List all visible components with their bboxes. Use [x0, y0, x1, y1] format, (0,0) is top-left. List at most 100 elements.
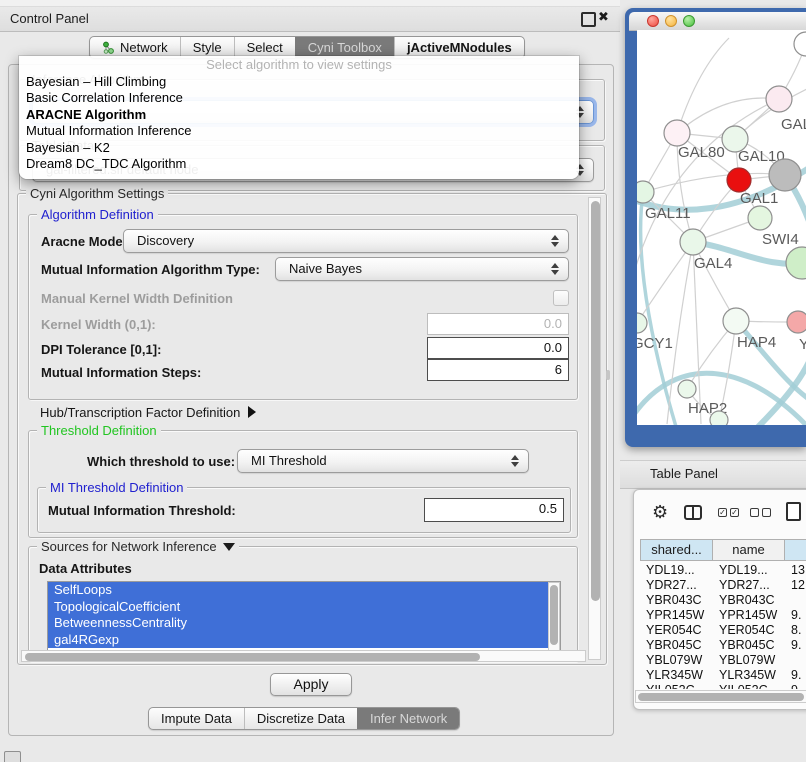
algorithm-option[interactable]: Bayesian – K2 [19, 140, 579, 156]
table-rows: YDL19...YDL19...13YDR27...YDR27...12YBR0… [640, 561, 806, 689]
mi-threshold-definition-group: MI Threshold Definition Mutual Informati… [37, 487, 571, 533]
network-node-hap2[interactable] [678, 380, 696, 398]
table-cell: YIL052C [719, 683, 768, 689]
network-node-gal[interactable] [766, 86, 792, 112]
table-cell: YBL079W [719, 653, 775, 668]
corner-widget-icon[interactable] [4, 751, 21, 762]
network-node-label[interactable]: GAL4 [694, 255, 732, 272]
split-view-icon[interactable] [684, 505, 702, 520]
hub-tf-definition-toggle[interactable]: Hub/Transcription Factor Definition [40, 405, 256, 420]
tab-network[interactable]: Network [90, 37, 180, 58]
table-row[interactable]: YDL19...YDL19...13 [640, 563, 806, 578]
gear-icon[interactable]: ⚙ [652, 503, 668, 521]
cyni-algorithm-settings-group: Cyni Algorithm Settings Algorithm Defini… [17, 193, 607, 665]
attributes-list-vscrollbar[interactable] [548, 582, 560, 652]
algorithm-option[interactable]: Dream8 DC_TDC Algorithm [19, 156, 579, 172]
network-node-y[interactable] [787, 311, 806, 333]
tab-jactivemnodules[interactable]: jActiveMNodules [394, 37, 524, 58]
algorithm-option[interactable]: Mutual Information Inference [19, 123, 579, 139]
network-node-label[interactable]: Y [799, 336, 806, 353]
data-attribute-item[interactable]: gal4RGexp [48, 632, 560, 649]
mi-threshold-field[interactable]: 0.5 [424, 498, 564, 522]
network-node-label[interactable]: HAP4 [737, 334, 776, 351]
data-attribute-item[interactable]: TopologicalCoefficient [48, 599, 560, 616]
network-node-gal11[interactable] [637, 181, 654, 203]
control-panel-body: Inference Algorithm Table Data gal-filte… [8, 64, 614, 736]
table-row[interactable]: YPR145WYPR145W9. [640, 608, 806, 623]
network-node-hap4[interactable] [723, 308, 749, 334]
table-row[interactable]: YBR045CYBR045C9. [640, 638, 806, 653]
algorithm-option[interactable]: Basic Correlation Inference [19, 90, 579, 106]
tab-infer-network[interactable]: Infer Network [357, 708, 459, 729]
table-row[interactable]: YBL079WYBL079W [640, 653, 806, 668]
table-panel-window: ⚙ ✓✓ shared...name YDL19...YDL19...13YDR… [633, 489, 806, 710]
column-header-name[interactable]: name [713, 539, 785, 561]
table-hscrollbar[interactable] [635, 690, 806, 703]
column-header-hidden[interactable] [785, 539, 806, 561]
network-node-label[interactable]: GAL [781, 116, 806, 133]
network-node-gal1[interactable] [727, 168, 751, 192]
tab-impute-data[interactable]: Impute Data [149, 708, 244, 729]
table-cell: YLR345W [719, 668, 776, 683]
close-traffic-light-icon[interactable] [647, 15, 659, 27]
close-icon[interactable]: ✖ [598, 9, 609, 25]
column-header-shared...[interactable]: shared... [640, 539, 713, 561]
kernel-width-field[interactable]: 0.0 [427, 313, 569, 335]
table-row[interactable]: YER054CYER054C8. [640, 623, 806, 638]
network-node[interactable] [710, 411, 728, 425]
float-window-icon[interactable] [581, 12, 596, 27]
clear-checkboxes-icon[interactable] [750, 508, 776, 520]
network-node-gal4[interactable] [680, 229, 706, 255]
aracne-mode-combobox[interactable]: Discovery [123, 229, 569, 253]
network-node-label[interactable]: GAL1 [740, 190, 778, 207]
mi-steps-field[interactable]: 6 [427, 359, 569, 381]
algorithm-option[interactable]: ARACNE Algorithm [19, 107, 579, 123]
which-threshold-combobox[interactable]: MI Threshold [237, 449, 529, 473]
apply-button[interactable]: Apply [270, 673, 351, 696]
aracne-mode-label: Aracne Mode: [41, 234, 127, 249]
sources-group-title[interactable]: Sources for Network Inference [37, 539, 239, 554]
table-row[interactable]: YLR345WYLR345W9. [640, 668, 806, 683]
network-node-label[interactable]: GCY1 [637, 335, 673, 352]
table-cell: 9. [791, 638, 801, 653]
tab-discretize-data[interactable]: Discretize Data [244, 708, 357, 729]
table-row[interactable]: YDR27...YDR27...12 [640, 578, 806, 593]
panel-divider-handle[interactable] [606, 370, 610, 380]
zoom-traffic-light-icon[interactable] [683, 15, 695, 27]
dpi-tolerance-field[interactable]: 0.0 [427, 337, 569, 359]
tab-style[interactable]: Style [180, 37, 234, 58]
mi-algorithm-type-combobox[interactable]: Naive Bayes [275, 257, 569, 281]
data-attribute-item[interactable]: BetweennessCentrality [48, 615, 560, 632]
new-table-icon[interactable] [786, 502, 801, 521]
network-node-label[interactable]: GAL11 [645, 205, 691, 222]
tab-label: Impute Data [161, 708, 232, 729]
network-node-swi4[interactable] [748, 206, 772, 230]
control-panel-title: Control Panel [10, 11, 89, 26]
table-cell: YBR043C [719, 593, 775, 608]
minimize-traffic-light-icon[interactable] [665, 15, 677, 27]
mi-threshold-definition-title: MI Threshold Definition [46, 480, 187, 495]
data-attributes-list[interactable]: SelfLoopsTopologicalCoefficientBetweenne… [47, 581, 561, 653]
network-node-gcy1[interactable] [637, 313, 647, 333]
table-cell: 9. [791, 608, 801, 623]
settings-vscrollbar[interactable] [588, 197, 601, 660]
table-row[interactable]: YBR043CYBR043C [640, 593, 806, 608]
network-node-label[interactable]: SWI4 [762, 231, 799, 248]
algorithm-dropdown-popup: Select algorithm to view settingsBayesia… [19, 56, 579, 179]
algorithm-option[interactable]: Bayesian – Hill Climbing [19, 74, 579, 90]
manual-kernel-width-label: Manual Kernel Width Definition [41, 291, 233, 306]
network-node-gal80[interactable] [664, 120, 690, 146]
manual-kernel-width-checkbox[interactable] [553, 290, 569, 306]
network-node[interactable] [769, 159, 801, 191]
data-attributes-label: Data Attributes [39, 561, 132, 576]
select-all-checkboxes-icon[interactable]: ✓✓ [718, 508, 744, 520]
tab-select[interactable]: Select [234, 37, 295, 58]
settings-hscrollbar[interactable] [21, 650, 586, 662]
network-node[interactable] [794, 32, 806, 56]
network-node[interactable] [786, 247, 806, 279]
table-row[interactable]: YIL052CYIL052C9. [640, 683, 806, 689]
data-attribute-item[interactable]: SelfLoops [48, 582, 560, 599]
network-node-label[interactable]: GAL80 [678, 144, 725, 161]
network-canvas[interactable]: GALGAL80GAL10GAL1SWI4GAL11GAL4HAP4YGCY1H… [637, 30, 806, 425]
tab-cyni-toolbox[interactable]: Cyni Toolbox [295, 37, 394, 58]
